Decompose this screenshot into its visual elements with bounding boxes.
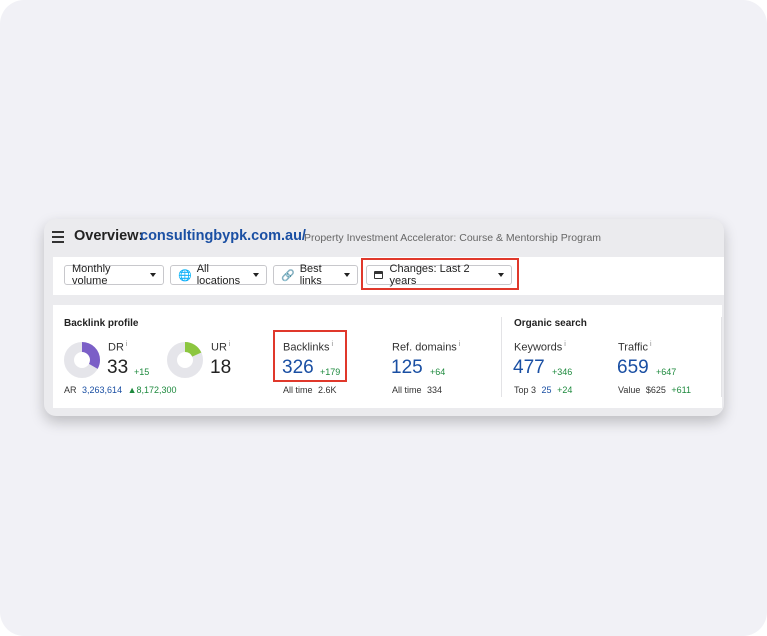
info-icon[interactable]: i bbox=[650, 341, 652, 348]
dr-value: 33 bbox=[107, 357, 129, 378]
globe-icon: 🌐 bbox=[178, 269, 192, 282]
backlinks-highlight-box bbox=[273, 330, 347, 382]
locations-dropdown[interactable]: 🌐 All locations bbox=[170, 263, 267, 287]
ar-row: AR 3,263,614 ▲8,172,300 bbox=[64, 385, 177, 395]
keywords-delta: +346 bbox=[552, 367, 573, 377]
link-icon: 🔗 bbox=[281, 269, 295, 282]
keywords-value[interactable]: 477 bbox=[513, 357, 545, 379]
traffic-delta: +647 bbox=[656, 367, 677, 377]
domain-link[interactable]: consultingbypk.com.au/ bbox=[140, 228, 306, 244]
section-divider bbox=[501, 317, 502, 397]
page-subtitle: Property Investment Accelerator: Course … bbox=[304, 232, 602, 244]
ar-label: AR bbox=[64, 385, 77, 395]
traffic-value-row: Value $625 +611 bbox=[618, 385, 692, 395]
backlinks-alltime: All time 2.6K bbox=[283, 385, 337, 395]
monthly-volume-label: Monthly volume bbox=[72, 263, 111, 287]
best-links-label: Best links bbox=[299, 263, 322, 287]
info-icon[interactable]: i bbox=[459, 341, 461, 348]
keywords-top3: Top 3 25 +24 bbox=[514, 385, 573, 395]
ur-value: 18 bbox=[210, 357, 232, 378]
keywords-label: Keywords i bbox=[514, 341, 566, 354]
traffic-value[interactable]: 659 bbox=[617, 357, 649, 379]
title-bar: Overview: consultingbypk.com.au/ Propert… bbox=[44, 219, 724, 257]
ref-domains-alltime: All time 334 bbox=[392, 385, 443, 395]
section-divider bbox=[721, 317, 722, 397]
info-icon[interactable]: i bbox=[229, 341, 231, 348]
chevron-down-icon bbox=[150, 273, 156, 277]
organic-search-title: Organic search bbox=[514, 318, 587, 329]
dr-label: DR i bbox=[108, 341, 128, 354]
ref-domains-delta: +64 bbox=[430, 367, 446, 377]
ar-value[interactable]: 3,263,614 bbox=[82, 385, 122, 395]
best-links-dropdown[interactable]: 🔗 Best links bbox=[273, 263, 358, 287]
overview-card: Overview: consultingbypk.com.au/ Propert… bbox=[44, 219, 724, 416]
filter-toolbar: Monthly volume 🌐 All locations 🔗 Best li… bbox=[53, 257, 724, 295]
changes-highlight-box bbox=[361, 258, 519, 290]
dr-gauge bbox=[64, 342, 100, 378]
ref-domains-label: Ref. domains i bbox=[392, 341, 461, 354]
ur-gauge bbox=[167, 342, 203, 378]
traffic-label: Traffic i bbox=[618, 341, 652, 354]
page-title: Overview: bbox=[74, 228, 144, 244]
hamburger-menu-icon[interactable] bbox=[52, 231, 64, 243]
metrics-panel: Backlink profile DR i 33 +15 UR i 18 AR 3,… bbox=[53, 305, 722, 408]
info-icon[interactable]: i bbox=[126, 341, 128, 348]
monthly-volume-dropdown[interactable]: Monthly volume bbox=[64, 263, 164, 287]
chevron-down-icon bbox=[344, 273, 350, 277]
dr-delta: +15 bbox=[134, 367, 150, 377]
ref-domains-value[interactable]: 125 bbox=[391, 357, 423, 379]
backlink-profile-title: Backlink profile bbox=[64, 318, 139, 329]
ar-delta: ▲8,172,300 bbox=[127, 385, 177, 395]
info-icon[interactable]: i bbox=[564, 341, 566, 348]
ur-label: UR i bbox=[211, 341, 231, 354]
chevron-down-icon bbox=[253, 273, 259, 277]
locations-label: All locations bbox=[196, 263, 241, 287]
